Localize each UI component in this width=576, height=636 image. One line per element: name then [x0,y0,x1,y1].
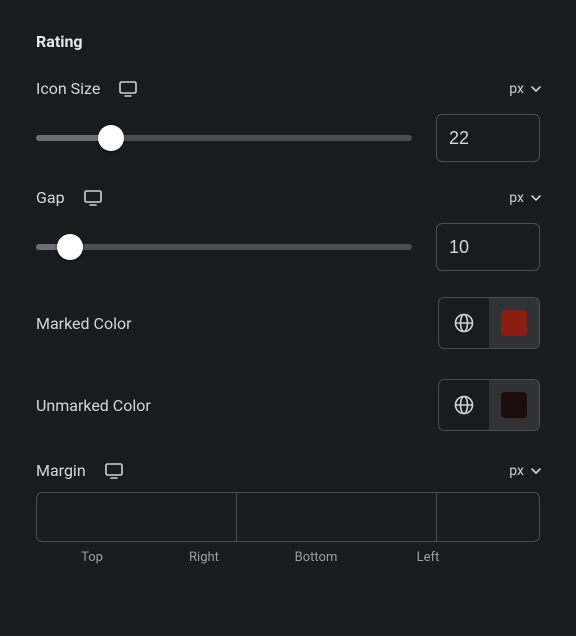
unmarked-color-swatch [501,392,527,418]
desktop-icon[interactable] [104,463,124,479]
icon-size-label: Icon Size [36,79,100,98]
margin-unit-label: px [509,463,524,479]
margin-left-side-label: Left [372,550,484,565]
desktop-icon[interactable] [118,81,138,97]
icon-size-control: Icon Size px [36,79,540,162]
icon-size-slider-thumb[interactable] [98,125,124,151]
margin-control: Margin px Top Right Bottom Left [36,461,540,565]
icon-size-input[interactable] [436,114,540,162]
margin-top-side-label: Top [36,550,148,565]
chevron-down-icon [530,466,540,476]
marked-color-control: Marked Color [36,297,540,349]
icon-size-unit-label: px [509,81,524,97]
marked-color-global-button[interactable] [439,298,489,348]
globe-icon [453,394,475,416]
margin-right-input[interactable] [237,493,437,541]
section-title: Rating [36,32,540,51]
margin-top-input[interactable] [37,493,237,541]
margin-right-side-label: Right [148,550,260,565]
gap-slider-thumb[interactable] [57,234,83,260]
gap-label: Gap [36,188,65,207]
gap-slider[interactable] [36,244,412,250]
gap-unit-select[interactable]: px [509,190,540,206]
icon-size-slider[interactable] [36,135,412,141]
margin-label: Margin [36,461,86,480]
margin-bottom-side-label: Bottom [260,550,372,565]
desktop-icon[interactable] [83,190,103,206]
unmarked-color-label: Unmarked Color [36,396,151,415]
marked-color-label: Marked Color [36,314,132,333]
icon-size-unit-select[interactable]: px [509,81,540,97]
margin-side-labels: Top Right Bottom Left [36,550,540,565]
chevron-down-icon [530,193,540,203]
globe-icon [453,312,475,334]
chevron-down-icon [530,84,540,94]
unmarked-color-swatch-button[interactable] [489,380,539,430]
margin-inputs-group [36,492,540,542]
unmarked-color-global-button[interactable] [439,380,489,430]
gap-control: Gap px [36,188,540,271]
unmarked-color-control: Unmarked Color [36,379,540,431]
marked-color-swatch [501,310,527,336]
gap-unit-label: px [509,190,524,206]
marked-color-swatch-button[interactable] [489,298,539,348]
margin-unit-select[interactable]: px [509,463,540,479]
gap-input[interactable] [436,223,540,271]
margin-bottom-input[interactable] [437,493,576,541]
